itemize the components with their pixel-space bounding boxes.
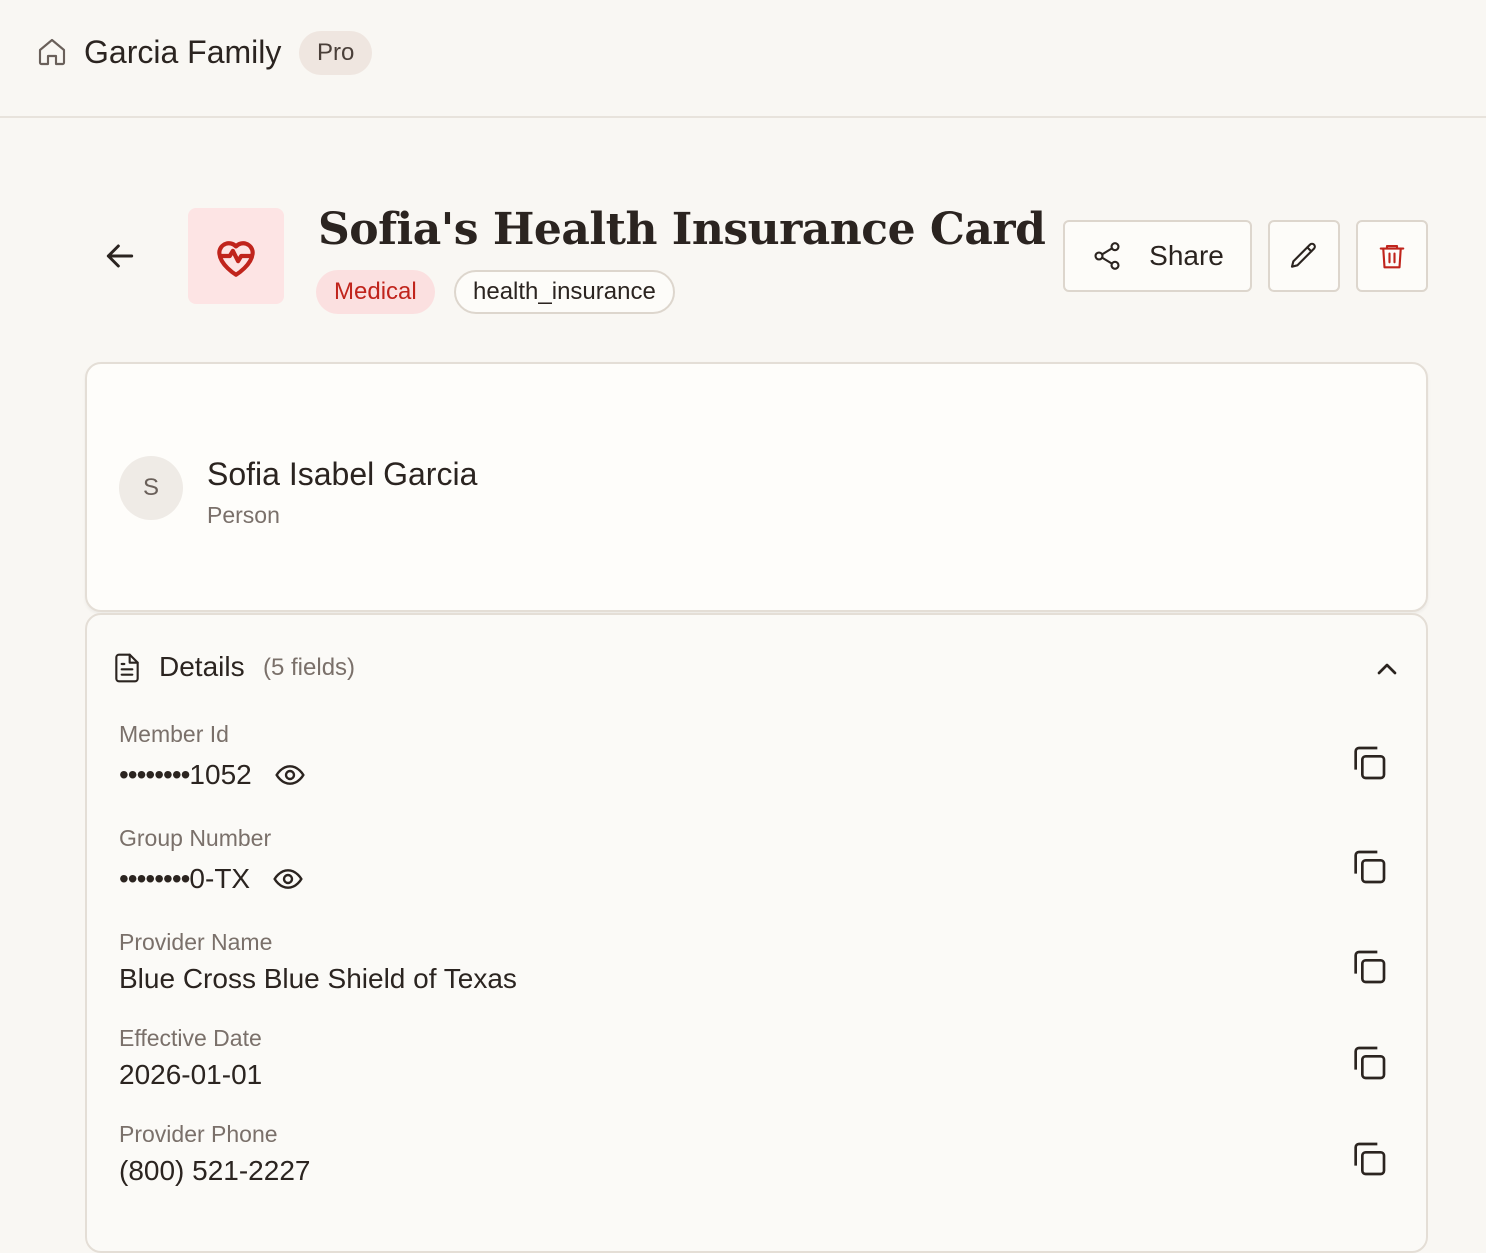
masked-suffix: 1052 xyxy=(189,759,252,790)
field-member-id: Member Id •••••••• 1052 xyxy=(119,719,1389,799)
edit-button[interactable] xyxy=(1268,220,1340,292)
share-label: Share xyxy=(1149,240,1224,271)
masked-dots: •••••••• xyxy=(119,759,190,790)
copy-icon[interactable] xyxy=(1349,1043,1389,1083)
trash-icon xyxy=(1379,244,1405,269)
copy-icon[interactable] xyxy=(1349,1139,1389,1179)
eye-icon[interactable] xyxy=(274,759,306,791)
field-provider-name: Provider Name Blue Cross Blue Shield of … xyxy=(119,927,1389,1007)
masked-dots: •••••••• xyxy=(119,863,190,894)
copy-icon[interactable] xyxy=(1349,947,1389,987)
field-label: Provider Phone xyxy=(119,1121,278,1147)
share-icon xyxy=(1094,242,1120,270)
back-arrow-icon[interactable] xyxy=(100,236,140,276)
field-value: 2026-01-01 xyxy=(119,1059,263,1090)
field-value: (800) 521-2227 xyxy=(119,1155,311,1186)
category-tag: Medical xyxy=(316,270,435,314)
details-card: Details (5 fields) Member Id •••••••• 10… xyxy=(85,613,1428,1253)
person-card[interactable]: S Sofia Isabel Garcia Person xyxy=(85,362,1428,612)
field-label: Provider Name xyxy=(119,929,273,955)
field-label: Group Number xyxy=(119,825,272,851)
field-provider-phone: Provider Phone (800) 521-2227 xyxy=(119,1119,1389,1199)
field-effective-date: Effective Date 2026-01-01 xyxy=(119,1023,1389,1103)
document-title: Sofia's Health Insurance Card xyxy=(318,204,1046,255)
masked-suffix: 0-TX xyxy=(189,863,251,894)
field-label: Effective Date xyxy=(119,1025,262,1051)
eye-icon[interactable] xyxy=(272,863,304,895)
person-type: Person xyxy=(207,502,280,528)
field-value: Blue Cross Blue Shield of Texas xyxy=(119,963,517,994)
file-text-icon xyxy=(115,653,139,683)
share-button[interactable]: Share xyxy=(1063,220,1252,292)
heart-pulse-icon xyxy=(217,241,255,277)
details-header-toggle[interactable]: Details (5 fields) xyxy=(87,615,1426,721)
field-value: •••••••• 0-TX xyxy=(119,861,304,897)
copy-icon[interactable] xyxy=(1349,847,1389,887)
chevron-up-icon[interactable] xyxy=(1371,653,1403,685)
home-icon[interactable] xyxy=(36,36,68,68)
copy-icon[interactable] xyxy=(1349,743,1389,783)
field-value: •••••••• 1052 xyxy=(119,757,306,793)
pencil-icon xyxy=(1290,242,1316,268)
field-label: Member Id xyxy=(119,721,229,747)
top-bar: Garcia Family Pro xyxy=(0,0,1486,118)
document-type-tag: health_insurance xyxy=(454,270,675,314)
field-group-number: Group Number •••••••• 0-TX xyxy=(119,823,1389,903)
details-field-count: (5 fields) xyxy=(263,654,356,681)
avatar: S xyxy=(119,456,183,520)
family-name[interactable]: Garcia Family xyxy=(84,32,281,72)
delete-button[interactable] xyxy=(1356,220,1428,292)
details-title: Details xyxy=(159,651,245,682)
plan-badge: Pro xyxy=(299,31,373,75)
document-category-icon-box xyxy=(188,208,284,304)
person-name: Sofia Isabel Garcia xyxy=(207,456,478,492)
